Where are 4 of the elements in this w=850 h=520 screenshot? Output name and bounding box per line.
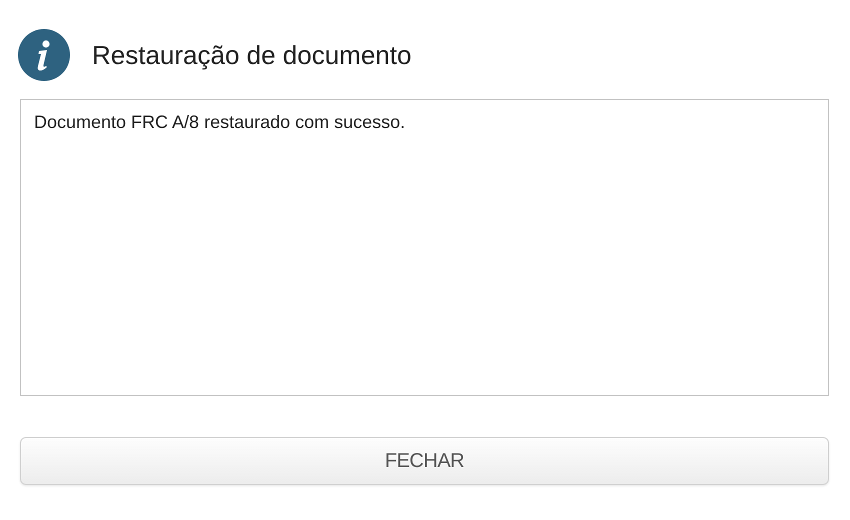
message-text: Documento FRC A/8 restaurado com sucesso.	[34, 112, 406, 132]
info-icon	[18, 29, 70, 81]
dialog-title: Restauração de documento	[92, 40, 412, 70]
close-button[interactable]: FECHAR	[20, 437, 829, 485]
